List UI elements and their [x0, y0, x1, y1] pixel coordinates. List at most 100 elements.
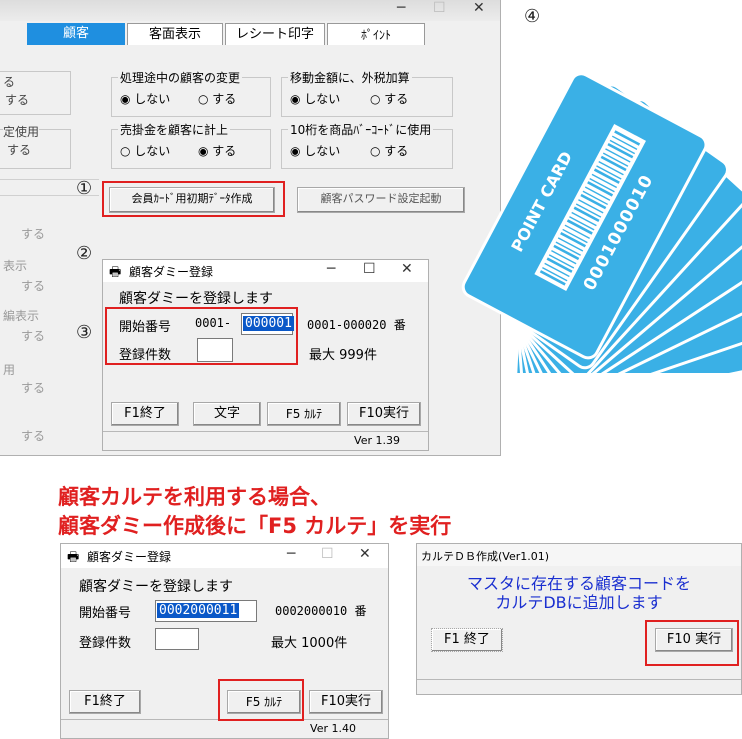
count-input[interactable]	[155, 628, 199, 650]
highlight-init-button	[102, 181, 285, 217]
highlight-inputs	[105, 307, 298, 365]
point-cards-illustration: 0001000001000100000200010000030001000004…	[448, 18, 742, 373]
titlebar: ─ ☐ ✕	[0, 0, 500, 21]
radio-label: する	[384, 92, 409, 106]
start-number-input[interactable]: 0002000011	[155, 600, 257, 622]
minimize-icon[interactable]: ─	[397, 0, 405, 16]
dialog-title: 顧客ダミー登録	[129, 265, 214, 279]
caption-line-2: 顧客ダミー作成後に「F5 カルテ」を実行	[58, 514, 452, 538]
group-credit: 売掛金を顧客に計上 ○ しない ◉ する	[111, 121, 271, 169]
tab-label: 客面表示	[148, 27, 201, 42]
start-number-label: 開始番号	[79, 606, 132, 621]
f1-exit-button[interactable]: F1 終了	[431, 628, 503, 652]
char-button[interactable]: 文字	[193, 402, 261, 426]
tab-label: ﾎﾟｲﾝﾄ	[360, 28, 391, 42]
dialog-titlebar: 🖶 顧客ダミー登録 ─ ☐ ✕	[103, 260, 428, 282]
radio-label: しない	[304, 92, 341, 106]
close-icon[interactable]: ✕	[359, 546, 371, 562]
password-setup-button[interactable]: 顧客パスワード設定起動	[297, 187, 465, 213]
radio-yes[interactable]: ◉ する	[198, 142, 236, 159]
status-bar: Ver 1.40	[61, 719, 388, 738]
minimize-icon[interactable]: ─	[287, 546, 295, 562]
caption-line-1: 顧客カルテを利用する場合、	[58, 485, 331, 509]
left-radio[interactable]: する	[21, 327, 45, 344]
dialog-heading: 顧客ダミーを登録します	[119, 291, 273, 307]
minimize-icon[interactable]: ─	[327, 261, 335, 277]
highlight-f10-button	[645, 620, 739, 666]
version-label: Ver 1.40	[310, 722, 356, 735]
radio-label: する	[384, 144, 409, 158]
button-label: 顧客パスワード設定起動	[320, 192, 442, 205]
range-text: 0001-000020 番	[307, 318, 406, 332]
max-text: 最大 999件	[309, 348, 377, 363]
dialog-titlebar: 🖶 顧客ダミー登録 ─ ☐ ✕	[61, 544, 388, 568]
maximize-icon[interactable]: ☐	[363, 261, 376, 277]
left-radio[interactable]: する	[7, 141, 31, 158]
radio-no[interactable]: ◉ しない	[120, 90, 170, 107]
dialog-heading: 顧客ダミーを登録します	[79, 579, 233, 595]
radio-no[interactable]: ◉ しない	[290, 90, 340, 107]
dialog-titlebar: カルテＤＢ作成(Ver1.01)	[417, 544, 741, 566]
tab-receipt[interactable]: レシート印字	[225, 23, 325, 45]
button-label: F10実行	[358, 406, 410, 421]
f10-execute-button[interactable]: F10実行	[309, 690, 383, 714]
max-text: 最大 1000件	[271, 636, 348, 651]
app-icon: 🖶	[109, 265, 122, 280]
point-cards-svg: 0001000001000100000200010000030001000004…	[461, 72, 742, 373]
group-title: 移動金額に、外税加算	[288, 69, 412, 86]
button-label: F10実行	[320, 694, 372, 709]
range-text: 0002000010 番	[275, 604, 367, 618]
left-radio[interactable]: する	[21, 379, 45, 396]
close-icon[interactable]: ✕	[473, 0, 485, 16]
marker-1: ①	[76, 178, 93, 199]
f5-karte-button[interactable]: F5 ｶﾙﾃ	[267, 402, 341, 426]
message: マスタに存在する顧客コードを カルテDBに追加します	[417, 574, 741, 612]
message-line-1: マスタに存在する顧客コードを	[466, 574, 691, 593]
radio-yes[interactable]: ○ する	[370, 90, 408, 107]
count-label: 登録件数	[79, 636, 132, 651]
group-change-customer: 処理途中の顧客の変更 ◉ しない ○ する	[111, 69, 271, 117]
left-label: 編表示	[3, 309, 40, 323]
left-radio[interactable]: する	[5, 91, 29, 108]
radio-label: しない	[134, 92, 171, 106]
close-icon[interactable]: ✕	[401, 261, 413, 277]
radio-label: する	[212, 92, 237, 106]
tab-point[interactable]: ﾎﾟｲﾝﾄ	[327, 23, 425, 45]
marker-2: ②	[76, 243, 93, 264]
karte-db-dialog: カルテＤＢ作成(Ver1.01) マスタに存在する顧客コードを カルテDBに追加…	[416, 543, 742, 695]
maximize-icon[interactable]: ☐	[433, 0, 446, 16]
left-radio[interactable]: する	[21, 277, 45, 294]
button-label: F1終了	[124, 406, 166, 421]
tab-label: 顧客	[62, 26, 89, 41]
f10-execute-button[interactable]: F10実行	[347, 402, 421, 426]
button-label: F1終了	[84, 694, 126, 709]
f1-exit-button[interactable]: F1終了	[69, 690, 141, 714]
caption: 顧客カルテを利用する場合、 顧客ダミー作成後に「F5 カルテ」を実行	[58, 483, 451, 541]
tab-customer[interactable]: 顧客	[27, 23, 125, 45]
left-label: 定使用	[3, 123, 40, 140]
group-tax-add: 移動金額に、外税加算 ◉ しない ○ する	[281, 69, 453, 117]
dialog-title: カルテＤＢ作成(Ver1.01)	[421, 550, 550, 563]
maximize-icon[interactable]: ☐	[321, 546, 334, 562]
radio-label: しない	[134, 144, 171, 158]
group-barcode: 10桁を商品ﾊﾞｰｺｰﾄﾞに使用 ◉ しない ○ する	[281, 121, 453, 169]
start-number-value: 0002000011	[157, 603, 240, 618]
status-bar: Ver 1.39	[103, 431, 428, 450]
left-radio[interactable]: する	[21, 427, 45, 444]
highlight-f5-button	[218, 679, 304, 721]
tab-display[interactable]: 客面表示	[127, 23, 223, 45]
version-label: Ver 1.39	[354, 434, 400, 447]
left-label: る	[3, 75, 16, 89]
left-label: 表示	[3, 259, 28, 273]
f1-exit-button[interactable]: F1終了	[111, 402, 179, 426]
radio-no[interactable]: ○ しない	[120, 142, 170, 159]
button-label: F1 終了	[444, 632, 490, 647]
marker-3: ③	[76, 322, 93, 343]
radio-no[interactable]: ◉ しない	[290, 142, 340, 159]
button-label: F5 ｶﾙﾃ	[285, 407, 323, 421]
radio-label: しない	[304, 144, 341, 158]
left-label: 用	[3, 363, 16, 377]
radio-yes[interactable]: ○ する	[198, 90, 236, 107]
radio-yes[interactable]: ○ する	[370, 142, 408, 159]
left-radio[interactable]: する	[21, 225, 45, 242]
